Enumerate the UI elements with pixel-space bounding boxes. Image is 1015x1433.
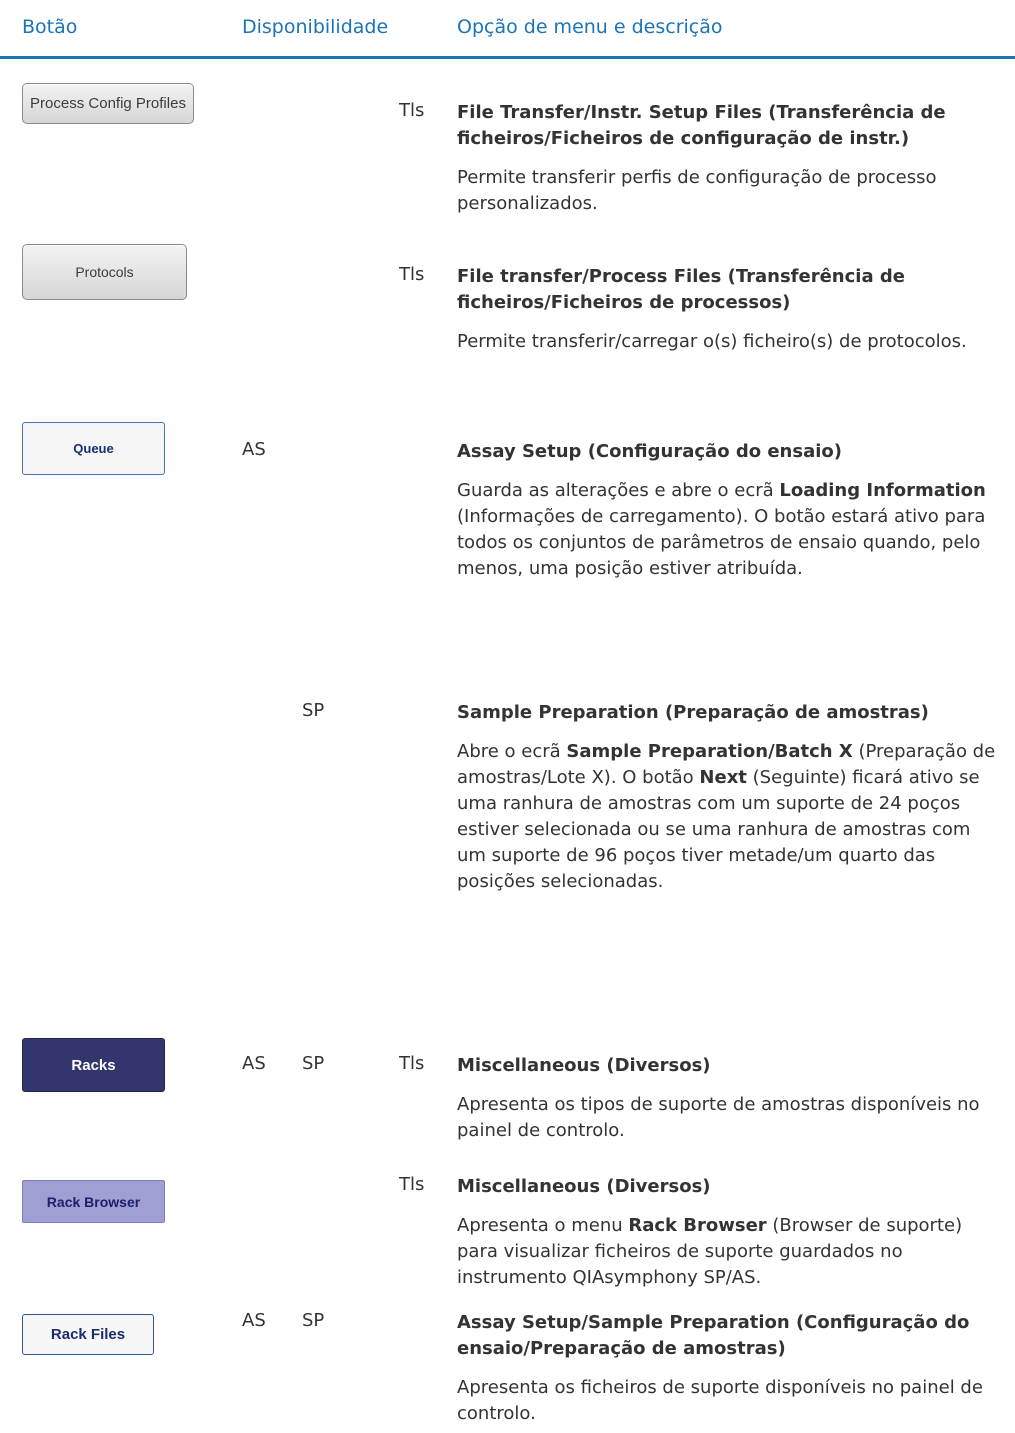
availability-sp: SP xyxy=(302,700,325,721)
menu-option-title: Miscellaneous (Diversos) xyxy=(457,1055,711,1076)
row-description: File transfer/Process Files (Transferênc… xyxy=(457,264,1002,355)
menu-option-title: Assay Setup/Sample Preparation (Configur… xyxy=(457,1312,970,1359)
availability-sp: SP xyxy=(302,1053,325,1074)
menu-option-description: Abre o ecrã Sample Preparation/Batch X (… xyxy=(457,741,996,892)
column-header-button: Botão xyxy=(22,16,78,38)
row-description: Miscellaneous (Diversos) Apresenta os ti… xyxy=(457,1053,1002,1144)
availability-as: AS xyxy=(242,439,266,460)
availability-sp: SP xyxy=(302,1310,325,1331)
menu-option-description: Apresenta o menu Rack Browser (Browser d… xyxy=(457,1215,963,1288)
row-description: Miscellaneous (Diversos) Apresenta o men… xyxy=(457,1174,1002,1291)
table-header: Botão Disponibilidade Opção de menu e de… xyxy=(0,0,1015,60)
row-description: Assay Setup/Sample Preparation (Configur… xyxy=(457,1310,1002,1427)
availability-tls: Tls xyxy=(399,264,425,285)
menu-option-title: File Transfer/Instr. Setup Files (Transf… xyxy=(457,102,946,149)
process-config-profiles-button[interactable]: Process Config Profiles xyxy=(22,83,194,124)
menu-option-description: Guarda as alterações e abre o ecrã Loadi… xyxy=(457,480,986,579)
racks-button[interactable]: Racks xyxy=(22,1038,165,1092)
menu-option-description: Permite transferir perfis de configuraçã… xyxy=(457,167,937,214)
menu-option-title: Assay Setup (Configuração do ensaio) xyxy=(457,441,842,462)
availability-tls: Tls xyxy=(399,1053,425,1074)
availability-tls: Tls xyxy=(399,1174,425,1195)
availability-as: AS xyxy=(242,1053,266,1074)
row-description: File Transfer/Instr. Setup Files (Transf… xyxy=(457,100,1002,217)
availability-tls: Tls xyxy=(399,100,425,121)
column-header-option: Opção de menu e descrição xyxy=(457,16,723,38)
availability-as: AS xyxy=(242,1310,266,1331)
menu-option-description: Apresenta os tipos de suporte de amostra… xyxy=(457,1094,980,1141)
menu-option-description: Permite transferir/carregar o(s) ficheir… xyxy=(457,331,967,352)
queue-button[interactable]: Queue xyxy=(22,422,165,475)
row-description: Sample Preparation (Preparação de amostr… xyxy=(457,700,1002,895)
menu-option-description: Apresenta os ficheiros de suporte dispon… xyxy=(457,1377,983,1424)
menu-option-title: Miscellaneous (Diversos) xyxy=(457,1176,711,1197)
header-rule xyxy=(0,56,1015,59)
protocols-button[interactable]: Protocols xyxy=(22,244,187,300)
menu-option-title: Sample Preparation (Preparação de amostr… xyxy=(457,702,929,723)
rack-browser-button[interactable]: Rack Browser xyxy=(22,1180,165,1223)
menu-option-title: File transfer/Process Files (Transferênc… xyxy=(457,266,905,313)
column-header-availability: Disponibilidade xyxy=(242,16,389,38)
row-description: Assay Setup (Configuração do ensaio) Gua… xyxy=(457,439,1002,582)
rack-files-button[interactable]: Rack Files xyxy=(22,1314,154,1355)
